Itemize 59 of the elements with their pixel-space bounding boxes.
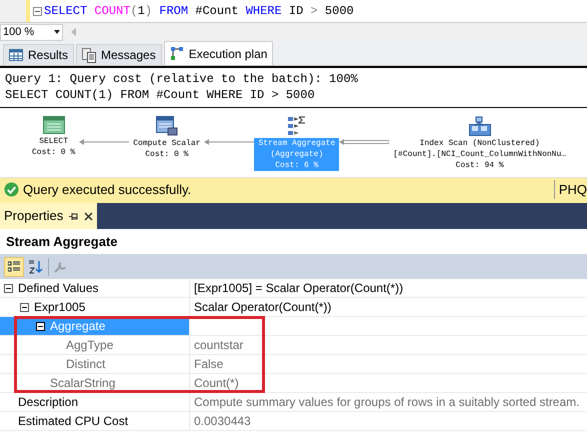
plan-node[interactable]: Compute Scalar Cost: 0 % — [129, 116, 204, 160]
property-value: [Expr1005] = Scalar Operator(Count(*)) — [193, 280, 404, 297]
properties-tab[interactable]: Properties — [0, 203, 98, 229]
query-header-line: Query 1: Query cost (relative to the batch): 100% — [5, 71, 359, 87]
property-name[interactable]: AggType — [0, 336, 190, 354]
result-tab[interactable]: Messages — [76, 44, 162, 65]
collapse-icon[interactable] — [33, 6, 42, 16]
result-tab[interactable]: Results — [3, 44, 74, 65]
node-label: Compute Scalar — [133, 138, 200, 149]
index-icon — [468, 116, 491, 136]
collapse-icon[interactable] — [36, 322, 45, 330]
property-value: Compute summary values for groups of rows in a suitably sorted stream. — [193, 394, 580, 411]
flow-arrow — [204, 138, 254, 146]
zoom-dropdown[interactable]: 100 % — [0, 24, 63, 40]
document-icon — [82, 48, 96, 62]
node-label: Stream Aggregate — [258, 138, 336, 149]
node-label: [#Count].[NCI_Count_ColumnWithNonNu… — [393, 149, 566, 160]
calculator-icon — [156, 116, 178, 136]
node-label: Cost: 0 % — [145, 149, 188, 160]
property-value: False — [193, 356, 224, 373]
collapse-icon[interactable] — [20, 302, 29, 312]
sort-az-icon[interactable] — [28, 258, 44, 274]
result-tab[interactable]: Execution plan — [164, 41, 274, 65]
pin-icon[interactable] — [69, 212, 78, 220]
change-marker — [26, 0, 30, 22]
flow-arrow — [79, 138, 130, 146]
property-name[interactable]: Description — [0, 393, 190, 411]
caret-icon — [54, 30, 60, 34]
property-name[interactable]: Expr1005 — [0, 298, 190, 316]
grid-icon — [9, 49, 23, 61]
node-label: Index Scan (NonClustered) — [420, 138, 540, 149]
plan-node[interactable]: SELECT Cost: 0 % — [28, 116, 80, 158]
node-label: Cost: 6 % — [275, 160, 318, 171]
table-icon — [42, 116, 65, 134]
plan-node[interactable]: Index Scan (NonClustered) [#Count].[NCI_Count_ColumnWithNonNu… Cost: 94 % — [389, 116, 570, 171]
property-name[interactable]: Distinct — [0, 355, 190, 373]
property-value: Count(*) — [193, 375, 239, 392]
collapse-icon[interactable] — [4, 284, 13, 292]
property-value: 0.0030443 — [193, 413, 251, 430]
property-name[interactable]: Estimated CPU Cost — [0, 412, 190, 430]
close-icon[interactable] — [84, 212, 94, 220]
property-name[interactable]: Defined Values — [0, 279, 190, 297]
plan-icon — [170, 46, 184, 61]
query-header-line: SELECT COUNT(1) FROM #Count WHERE ID > 5000 — [5, 87, 316, 103]
status-message: Query executed successfully. — [23, 180, 192, 199]
property-value: countstar — [193, 337, 244, 354]
node-label: Cost: 94 % — [456, 160, 504, 171]
property-value: Scalar Operator(Count(*)) — [193, 299, 332, 316]
object-name: Stream Aggregate — [6, 232, 118, 251]
node-label: Cost: 0 % — [32, 147, 76, 158]
sql-line: SELECT COUNT(1) FROM #Count WHERE ID > 5000 — [44, 3, 354, 20]
node-label: (Aggregate) — [270, 149, 324, 160]
success-icon — [4, 182, 19, 197]
property-name[interactable]: ScalarString — [0, 374, 190, 392]
server-name: PHQ — [554, 180, 587, 200]
categorized-icon[interactable] — [4, 256, 24, 276]
node-label: SELECT — [39, 136, 68, 147]
flow-arrow — [339, 138, 390, 146]
aggregate-icon — [288, 116, 306, 136]
